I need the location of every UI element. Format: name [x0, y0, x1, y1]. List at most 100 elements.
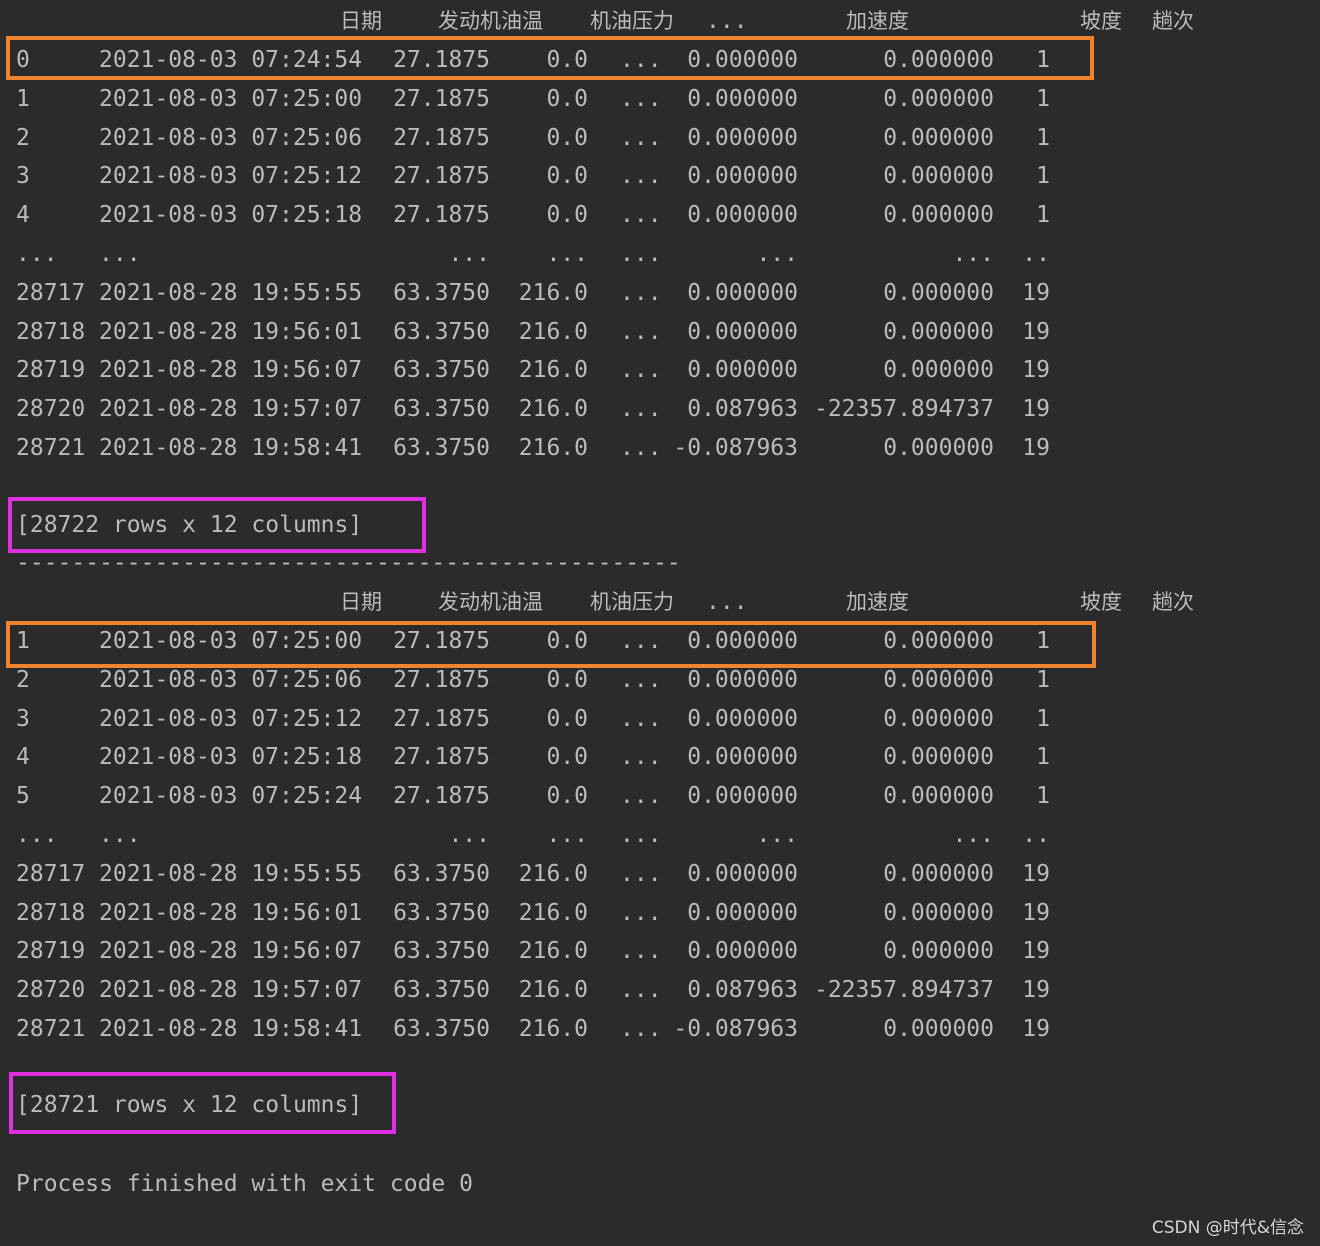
- table-row: 5 2021-08-03 07:25:24 27.1875 0.0... 0.00000…: [0, 779, 1320, 813]
- table-cell: 0.000000: [883, 706, 994, 732]
- table-cell: ...: [546, 822, 588, 848]
- table-cell: ...: [16, 822, 58, 848]
- table-cell: ...: [99, 822, 141, 848]
- table-cell: 3: [16, 163, 30, 189]
- table-cell: 2021-08-03 07:25:12: [99, 706, 363, 732]
- table-cell: 0.000000: [883, 86, 994, 112]
- table-cell: 27.1875: [393, 744, 490, 770]
- table-cell: ...: [620, 125, 662, 151]
- table-cell: ...: [620, 280, 662, 306]
- table-cell: 28721: [16, 435, 86, 461]
- table-cell: ...: [448, 241, 490, 267]
- table-cell: 0.000000: [883, 861, 994, 887]
- table-cell: 0.000000: [687, 202, 798, 228]
- table-cell: 63.3750: [393, 280, 490, 306]
- table-cell: 0.000000: [883, 1016, 994, 1042]
- table-row: 3 2021-08-03 07:25:12 27.1875 0.0... 0.00000…: [0, 159, 1320, 193]
- table-cell: 27.1875: [393, 86, 490, 112]
- table-cell: ...: [620, 396, 662, 422]
- table-cell: 2021-08-28 19:57:07: [99, 977, 363, 1003]
- table-cell: 0.000000: [687, 938, 798, 964]
- table-cell: 0.0: [546, 86, 588, 112]
- table-cell: 0.0: [546, 744, 588, 770]
- column-header-ellipsis: ...: [706, 8, 748, 34]
- table-cell: 0.000000: [687, 163, 798, 189]
- column-header-oilpressure: 机油压力: [590, 9, 674, 33]
- table-cell: -22357.894737: [813, 396, 994, 422]
- row-count-highlight-box: [8, 497, 426, 553]
- column-header-date: 日期: [340, 590, 382, 614]
- table-cell: 1: [1036, 163, 1050, 189]
- table-cell: ...: [952, 241, 994, 267]
- table-cell: 0.0: [546, 202, 588, 228]
- table-cell: 216.0: [518, 396, 588, 422]
- table-cell: 0.000000: [883, 202, 994, 228]
- table-cell: 0.000000: [883, 938, 994, 964]
- table-cell: 0.000000: [687, 86, 798, 112]
- table-cell: 0.000000: [883, 280, 994, 306]
- table-cell: 1: [1036, 667, 1050, 693]
- table-cell: 2021-08-28 19:58:41: [99, 1016, 363, 1042]
- table-cell: 63.3750: [393, 435, 490, 461]
- table-cell: 19: [1022, 319, 1050, 345]
- column-header-accel: 加速度: [846, 590, 909, 614]
- column-header-slope: 坡度: [1080, 9, 1122, 33]
- table-cell: 0.000000: [687, 861, 798, 887]
- table-cell: 63.3750: [393, 357, 490, 383]
- table-row: 2 2021-08-03 07:25:06 27.1875 0.0... 0.00000…: [0, 121, 1320, 155]
- table-cell: 28719: [16, 357, 86, 383]
- table-cell: 0.000000: [883, 357, 994, 383]
- table-row: 28719 2021-08-28 19:56:07 63.3750 216.0... 0…: [0, 353, 1320, 387]
- table-cell: 1: [1036, 125, 1050, 151]
- table-cell: 19: [1022, 357, 1050, 383]
- table-row: 28718 2021-08-28 19:56:01 63.3750 216.0... 0…: [0, 315, 1320, 349]
- table-cell: 216.0: [518, 280, 588, 306]
- table-cell: 0.000000: [687, 744, 798, 770]
- table-cell: 2021-08-03 07:25:06: [99, 125, 363, 151]
- table-cell: 63.3750: [393, 319, 490, 345]
- table-cell: 2021-08-28 19:55:55: [99, 861, 363, 887]
- separator-line: ----------------------------------------…: [16, 550, 681, 576]
- table-cell: ...: [756, 241, 798, 267]
- table-cell: 4: [16, 744, 30, 770]
- table-cell: 27.1875: [393, 706, 490, 732]
- table-cell: 1: [1036, 744, 1050, 770]
- table-row: 2 2021-08-03 07:25:06 27.1875 0.0... 0.00000…: [0, 663, 1320, 697]
- table-cell: 216.0: [518, 319, 588, 345]
- table-cell: 0.000000: [883, 783, 994, 809]
- table-cell: 19: [1022, 435, 1050, 461]
- table-cell: 0.000000: [883, 900, 994, 926]
- table-cell: 1: [1036, 86, 1050, 112]
- column-header-oiltemp: 发动机油温: [438, 9, 543, 33]
- column-header-oilpressure: 机油压力: [590, 590, 674, 614]
- table-cell: 216.0: [518, 977, 588, 1003]
- table-cell: ...: [952, 822, 994, 848]
- table-row: 28721 2021-08-28 19:58:41 63.3750 216.0... -…: [0, 431, 1320, 465]
- table-cell: 216.0: [518, 357, 588, 383]
- table-cell: 216.0: [518, 861, 588, 887]
- table-row: .......................: [0, 237, 1320, 271]
- table-cell: 0.000000: [687, 357, 798, 383]
- column-header-trips: 趟次: [1152, 590, 1194, 614]
- table-cell: 27.1875: [393, 667, 490, 693]
- table-row: .......................: [0, 818, 1320, 852]
- column-header-trips: 趟次: [1152, 9, 1194, 33]
- table-cell: 0.000000: [883, 435, 994, 461]
- column-header-slope: 坡度: [1080, 590, 1122, 614]
- table-cell: 2021-08-03 07:25:12: [99, 163, 363, 189]
- table-cell: -0.087963: [673, 435, 798, 461]
- table-cell: -22357.894737: [813, 977, 994, 1003]
- table-cell: 19: [1022, 900, 1050, 926]
- table-cell: 0.0: [546, 125, 588, 151]
- table-cell: 19: [1022, 977, 1050, 1003]
- table-cell: ...: [756, 822, 798, 848]
- table-cell: 216.0: [518, 435, 588, 461]
- table-cell: 0.0: [546, 163, 588, 189]
- table-cell: ..: [1022, 241, 1050, 267]
- table-cell: 4: [16, 202, 30, 228]
- table-cell: 2: [16, 667, 30, 693]
- column-header-ellipsis: ...: [706, 589, 748, 615]
- table-cell: 0.000000: [687, 319, 798, 345]
- table-cell: 19: [1022, 1016, 1050, 1042]
- row-count-highlight-box: [9, 1072, 396, 1134]
